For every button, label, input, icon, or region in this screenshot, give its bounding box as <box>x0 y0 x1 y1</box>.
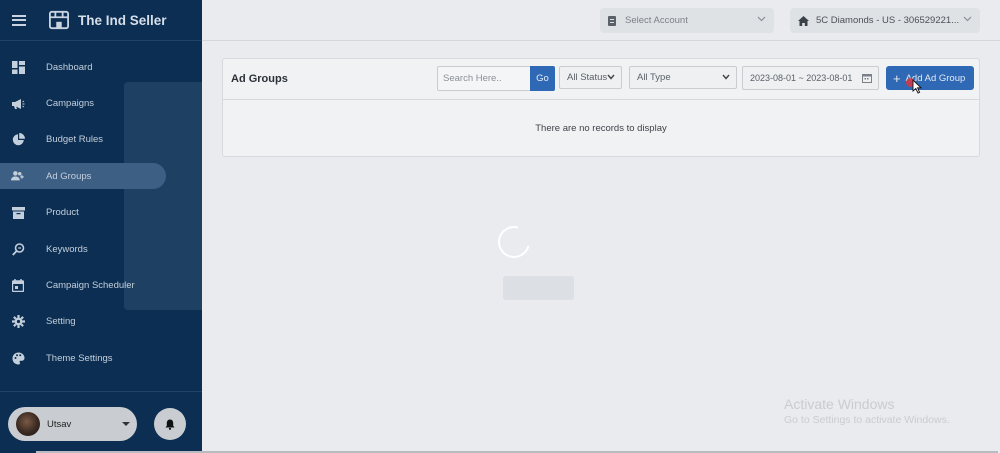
avatar <box>16 412 40 436</box>
loading-spinner-icon <box>492 220 536 264</box>
date-range-value: 2023-08-01 ~ 2023-08-01 <box>750 73 853 83</box>
archive-box-icon <box>11 206 25 220</box>
store-icon <box>49 10 69 30</box>
account-icon <box>608 15 616 26</box>
sidebar-item-label: Dashboard <box>46 61 93 73</box>
sidebar-item-theme-settings[interactable]: Theme Settings <box>0 340 202 376</box>
store-select[interactable]: 5C Diamonds - US - 306529221... <box>790 8 980 33</box>
sidebar-item-setting[interactable]: Setting <box>0 304 202 340</box>
menu-toggle-icon[interactable] <box>12 14 26 26</box>
caret-down-icon <box>122 422 130 426</box>
page-title: Ad Groups <box>231 73 288 85</box>
bell-icon <box>165 419 175 430</box>
pie-chart-icon <box>11 133 25 147</box>
notifications-button[interactable] <box>154 408 186 440</box>
sidebar-item-label: Campaigns <box>46 98 95 110</box>
sidebar: The Ind Seller Dashboard Campaigns Budge… <box>0 0 202 453</box>
sidebar-item-label: Ad Groups <box>46 170 92 182</box>
activate-windows-title: Activate Windows <box>784 396 895 412</box>
brand-name[interactable]: The Ind Seller <box>78 13 167 28</box>
store-select-label: 5C Diamonds - US - 306529221... <box>816 15 960 26</box>
activate-windows-subtitle: Go to Settings to activate Windows. <box>784 414 950 426</box>
go-button[interactable]: Go <box>530 66 555 91</box>
gear-icon <box>11 315 25 329</box>
type-filter-select[interactable]: All Type <box>629 66 737 89</box>
plus-icon: + <box>893 70 901 86</box>
type-filter-value: All Type <box>637 72 671 83</box>
sidebar-header: The Ind Seller <box>0 0 202 41</box>
chevron-down-icon <box>607 74 615 80</box>
search-key-icon <box>11 242 25 256</box>
mouse-cursor-icon <box>912 79 922 94</box>
sidebar-item-campaigns[interactable]: Campaigns <box>0 85 202 121</box>
dashboard-icon <box>11 60 25 74</box>
status-filter-select[interactable]: All Status <box>559 66 622 89</box>
calendar-icon <box>862 74 872 83</box>
sidebar-footer: Utsav <box>0 391 202 453</box>
sidebar-item-label: Theme Settings <box>46 352 113 364</box>
account-select-placeholder: Select Account <box>625 15 688 26</box>
user-name: Utsav <box>47 418 72 430</box>
sidebar-item-product[interactable]: Product <box>0 195 202 231</box>
date-range-picker[interactable]: 2023-08-01 ~ 2023-08-01 <box>742 66 879 90</box>
sidebar-item-label: Keywords <box>46 243 88 255</box>
calendar-icon <box>11 279 25 293</box>
sidebar-item-label: Product <box>46 207 79 219</box>
sidebar-item-budget-rules[interactable]: Budget Rules <box>0 122 202 158</box>
user-menu[interactable]: Utsav <box>8 407 137 441</box>
ghost-button-placeholder <box>503 276 574 300</box>
sidebar-item-dashboard[interactable]: Dashboard <box>0 49 202 85</box>
add-ad-group-button[interactable]: + Add Ad Group <box>886 66 974 90</box>
sidebar-item-label: Setting <box>46 316 76 328</box>
palette-icon <box>11 351 25 365</box>
sidebar-item-campaign-scheduler[interactable]: Campaign Scheduler <box>0 267 202 303</box>
ad-groups-card: Ad Groups Go All Status All Type 2023-08… <box>222 58 980 157</box>
account-select[interactable]: Select Account <box>600 8 774 33</box>
sidebar-item-label: Campaign Scheduler <box>46 280 135 292</box>
home-icon <box>798 15 809 26</box>
search-input[interactable] <box>437 66 531 91</box>
chevron-down-icon <box>722 74 730 80</box>
status-filter-value: All Status <box>567 72 608 83</box>
sidebar-item-keywords[interactable]: Keywords <box>0 231 202 267</box>
sidebar-nav: Dashboard Campaigns Budget Rules Ad Grou… <box>0 49 202 377</box>
top-bar: Select Account 5C Diamonds - US - 306529… <box>202 0 1000 41</box>
sidebar-item-label: Budget Rules <box>46 134 104 146</box>
sidebar-item-ad-groups[interactable]: Ad Groups <box>0 158 202 194</box>
card-header: Ad Groups Go All Status All Type 2023-08… <box>223 59 979 100</box>
chevron-down-icon <box>963 16 972 22</box>
empty-state-message: There are no records to display <box>535 123 667 134</box>
megaphone-icon <box>11 97 25 111</box>
user-group-icon <box>11 169 25 183</box>
chevron-down-icon <box>757 16 766 22</box>
